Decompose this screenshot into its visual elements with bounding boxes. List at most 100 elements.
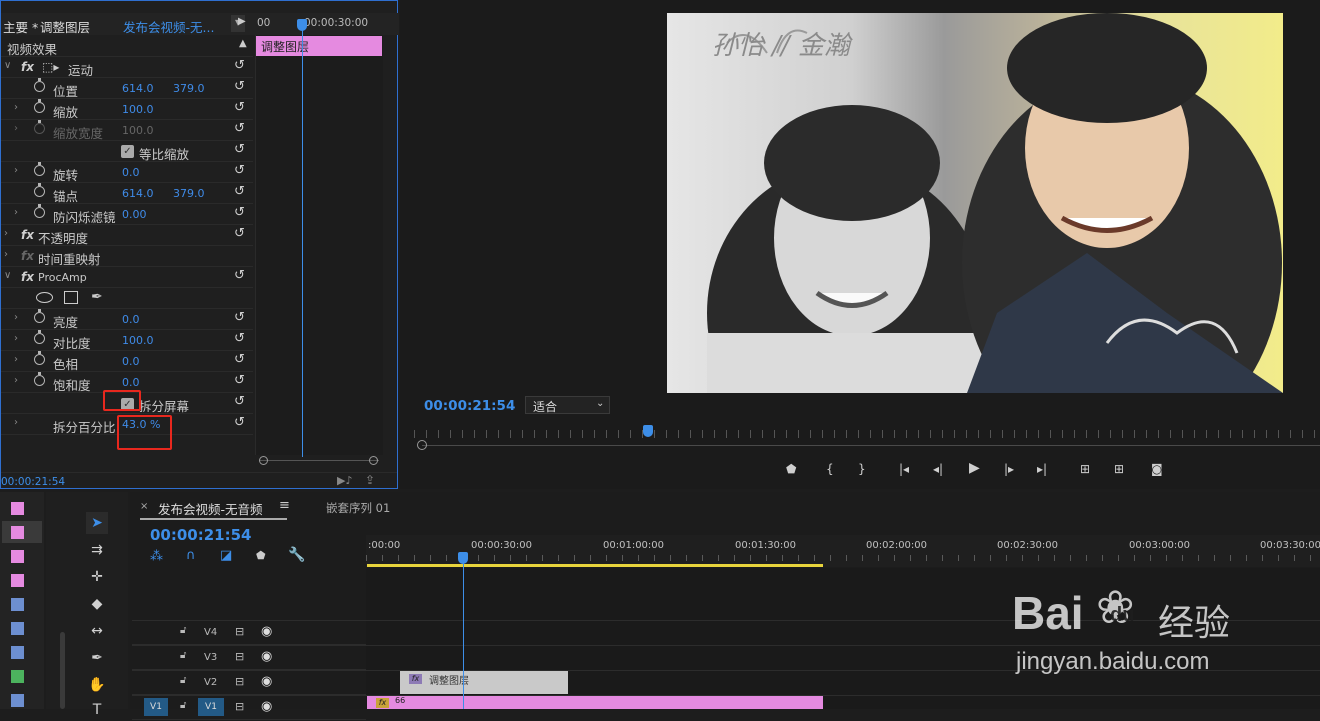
fx-icon[interactable]: fx [21, 228, 34, 242]
clip-swatch-blue[interactable] [11, 622, 24, 635]
export-frame-icon[interactable]: ◙ [1151, 462, 1163, 476]
row-position[interactable]: 位置 614.0 379.0 ↺ [1, 78, 253, 99]
sync-lock-icon[interactable]: ⊟ [235, 625, 244, 638]
stopwatch-icon[interactable] [34, 183, 45, 197]
lift-icon[interactable]: ⊞ [1080, 462, 1090, 476]
stopwatch-icon[interactable] [34, 78, 45, 92]
hand-tool-icon[interactable]: ✋ [86, 674, 108, 696]
export-icon[interactable]: ⇪ [365, 473, 375, 487]
program-timecode[interactable]: 00:00:21:54 [424, 398, 515, 414]
stopwatch-icon[interactable] [34, 204, 45, 218]
lock-icon[interactable]: 🔓︎ [180, 650, 186, 661]
clip-swatch-blue[interactable] [11, 598, 24, 611]
row-rotation[interactable]: › 旋转 0.0 ↺ [1, 162, 253, 183]
row-antiflicker[interactable]: › 防闪烁滤镜 0.00 ↺ [1, 204, 253, 225]
position-y[interactable]: 379.0 [173, 82, 205, 95]
snap-icon[interactable]: ⁂ [150, 549, 163, 564]
row-uniform-scale[interactable]: ✓ 等比缩放 ↺ [1, 141, 253, 162]
clip-swatch-pink[interactable] [11, 526, 24, 539]
reset-icon[interactable]: ↺ [234, 226, 245, 241]
row-brightness[interactable]: › 亮度 0.0 ↺ [1, 309, 253, 330]
stopwatch-icon[interactable] [34, 330, 45, 344]
step-back-icon[interactable]: ◂| [933, 462, 943, 476]
clip-swatch-pink[interactable] [11, 550, 24, 563]
sync-lock-icon[interactable]: ⊟ [235, 700, 244, 713]
program-scrub-ruler[interactable] [414, 430, 1320, 438]
row-time-remap[interactable]: › fx 时间重映射 [1, 246, 253, 267]
timeline-timecode[interactable]: 00:00:21:54 [150, 526, 252, 544]
hue-value[interactable]: 0.0 [122, 355, 140, 368]
mark-in-icon[interactable]: { [826, 462, 834, 476]
pen-tool-icon[interactable]: ✒ [86, 647, 108, 669]
track-label-v4[interactable]: V4 [204, 627, 217, 638]
sync-lock-icon[interactable]: ⊟ [235, 650, 244, 663]
track-label-v2[interactable]: V2 [204, 677, 217, 688]
reset-icon[interactable]: ↺ [234, 394, 245, 409]
eye-icon[interactable]: ◉ [261, 699, 272, 714]
reset-icon[interactable]: ↺ [234, 331, 245, 346]
close-tab-icon[interactable]: × [140, 501, 148, 512]
play-icon[interactable]: ▶ [969, 460, 980, 476]
chevron-right-icon[interactable]: › [14, 102, 18, 113]
go-to-in-icon[interactable]: |◂ [899, 462, 909, 476]
antiflicker-value[interactable]: 0.00 [122, 208, 147, 221]
chevron-right-icon[interactable]: › [14, 312, 18, 323]
contrast-value[interactable]: 100.0 [122, 334, 154, 347]
clip-v1[interactable]: fx 66 [367, 696, 823, 709]
stopwatch-icon[interactable] [34, 351, 45, 365]
brightness-value[interactable]: 0.0 [122, 313, 140, 326]
program-playhead-icon[interactable] [643, 425, 653, 437]
sync-lock-icon[interactable]: ⊟ [235, 675, 244, 688]
rectangle-mask-icon[interactable] [64, 291, 78, 304]
tab-nested-sequence[interactable]: 嵌套序列 01 [326, 500, 390, 516]
add-marker-icon[interactable]: ⬟ [256, 549, 266, 562]
selection-tool-icon[interactable]: ➤ [86, 512, 108, 534]
row-motion[interactable]: ∨ fx ⬚▸ 运动 ↺ [1, 57, 253, 78]
tab-sequence[interactable]: 发布会视频-无... [123, 17, 214, 36]
reset-icon[interactable]: ↺ [234, 100, 245, 115]
reset-icon[interactable]: ↺ [234, 268, 245, 283]
reset-icon[interactable]: ↺ [234, 352, 245, 367]
clip-swatch-blue[interactable] [11, 694, 24, 707]
expand-right-icon[interactable]: ▶ [238, 16, 246, 27]
step-forward-icon[interactable]: |▸ [1004, 462, 1014, 476]
tab-master-clip[interactable]: 调整图层 [40, 17, 90, 36]
clip-swatch-pink[interactable] [11, 502, 24, 515]
eye-icon[interactable]: ◉ [261, 624, 272, 639]
stopwatch-icon[interactable] [34, 99, 45, 113]
clip-adjustment-layer[interactable]: fx 调整图层 [400, 671, 568, 694]
pen-mask-icon[interactable]: ✒ [91, 289, 103, 305]
collapse-up-icon[interactable]: ▲ [239, 38, 247, 49]
reset-icon[interactable]: ↺ [234, 142, 245, 157]
chevron-right-icon[interactable]: › [14, 333, 18, 344]
eye-icon[interactable]: ◉ [261, 674, 272, 689]
reset-icon[interactable]: ↺ [234, 373, 245, 388]
reset-icon[interactable]: ↺ [234, 163, 245, 178]
chevron-right-icon[interactable]: › [14, 165, 18, 176]
stopwatch-icon[interactable] [34, 120, 45, 134]
ec-current-time[interactable]: 00:00:21:54 [1, 476, 65, 488]
reset-icon[interactable]: ↺ [234, 58, 245, 73]
row-hue[interactable]: › 色相 0.0 ↺ [1, 351, 253, 372]
anchor-x[interactable]: 614.0 [122, 187, 154, 200]
track-select-icon[interactable]: ⇉ [86, 539, 108, 561]
reset-icon[interactable]: ↺ [234, 184, 245, 199]
tab-master[interactable]: 主要 * [3, 17, 38, 36]
lock-icon[interactable]: 🔓︎ [180, 700, 186, 711]
reset-icon[interactable]: ↺ [234, 310, 245, 325]
insert-sequence-icon[interactable]: ◪ [220, 548, 232, 563]
chevron-down-icon[interactable]: ∨ [4, 60, 11, 71]
wrench-icon[interactable]: 🔧 [288, 547, 305, 563]
ripple-edit-icon[interactable]: ✛ [86, 566, 108, 588]
reset-icon[interactable]: ↺ [234, 205, 245, 220]
row-anchor[interactable]: 锚点 614.0 379.0 ↺ [1, 183, 253, 204]
fx-icon[interactable]: fx [21, 270, 34, 284]
row-scale-width[interactable]: › 缩放宽度 100.0 ↺ [1, 120, 253, 141]
rotation-value[interactable]: 0.0 [122, 166, 140, 179]
go-to-out-icon[interactable]: ▸| [1037, 462, 1047, 476]
add-marker-icon[interactable]: ⬟ [786, 462, 796, 476]
program-scrub-track[interactable] [422, 445, 1320, 446]
lock-icon[interactable]: 🔓︎ [180, 675, 186, 686]
uniform-scale-checkbox[interactable]: ✓ [121, 145, 134, 158]
fx-icon[interactable]: fx [21, 60, 34, 74]
